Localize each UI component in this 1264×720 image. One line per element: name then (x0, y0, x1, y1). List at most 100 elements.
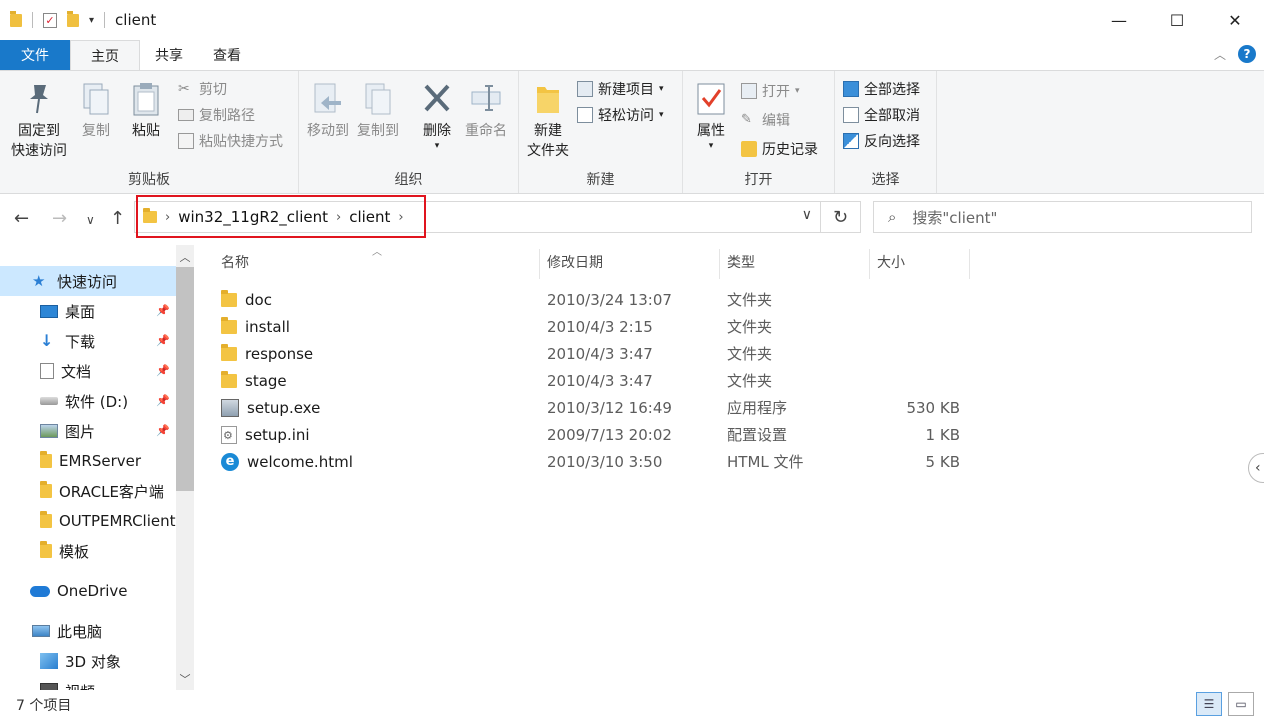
history-button[interactable]: 历史记录 (741, 137, 818, 161)
cloud-icon (30, 585, 50, 597)
easy-access-icon (577, 107, 593, 123)
address-bar[interactable]: › win32_11gR2_client › client › ∨ (134, 201, 821, 233)
invert-selection-button[interactable]: 反向选择 (843, 129, 920, 153)
open-button[interactable]: 打开 ▾ (741, 79, 800, 103)
nav-item-drive-d[interactable]: 软件 (D:) 📌 (0, 386, 176, 416)
breadcrumb-item[interactable]: client (349, 208, 390, 226)
nav-item-documents[interactable]: 文档 📌 (0, 356, 176, 386)
pin-icon (30, 85, 48, 114)
nav-item-pictures[interactable]: 图片 📌 (0, 416, 176, 446)
nav-scrollbar-thumb[interactable] (176, 267, 194, 491)
nav-item-desktop[interactable]: 桌面 📌 (0, 296, 176, 326)
breadcrumb-separator-icon[interactable]: › (336, 210, 341, 225)
move-to-button[interactable]: 移动到 (305, 81, 351, 141)
close-button[interactable]: ✕ (1206, 0, 1264, 40)
breadcrumb-separator-icon[interactable]: › (165, 210, 170, 225)
table-row[interactable]: install 2010/4/3 2:15 文件夹 (216, 313, 976, 340)
column-header-date[interactable]: 修改日期 (539, 245, 719, 279)
video-icon (40, 683, 58, 690)
table-row[interactable]: setup.ini 2009/7/13 20:02 配置设置 1 KB (216, 421, 976, 448)
edit-button[interactable]: ✎ 编辑 (741, 108, 790, 132)
folder-icon (10, 10, 22, 27)
select-all-icon (843, 81, 859, 97)
separator (32, 12, 33, 28)
nav-item-this-pc[interactable]: 此电脑 (0, 616, 176, 646)
recent-locations-chevron-icon[interactable]: ∨ (86, 213, 95, 227)
select-none-button[interactable]: 全部取消 (843, 103, 920, 127)
select-none-icon (843, 107, 859, 123)
pin-icon[interactable]: 📌 (156, 424, 170, 437)
new-group-label: 新建 (586, 172, 615, 188)
table-row[interactable]: e welcome.html 2010/3/10 3:50 HTML 文件 5 K… (216, 448, 976, 475)
minimize-button[interactable]: — (1090, 0, 1148, 40)
cut-button[interactable]: ✂ 剪切 (178, 77, 227, 101)
copy-path-button[interactable]: 复制路径 (178, 103, 255, 127)
properties-dropdown-icon[interactable]: ▾ (709, 141, 714, 151)
breadcrumb-item[interactable]: win32_11gR2_client (178, 208, 328, 226)
select-all-button[interactable]: 全部选择 (843, 77, 920, 101)
copy-to-button[interactable]: 复制到 (355, 81, 401, 141)
refresh-icon[interactable]: ↻ (821, 201, 861, 233)
easy-access-button[interactable]: 轻松访问 ▾ (577, 103, 664, 127)
details-view-icon[interactable]: ☰ (1196, 692, 1222, 716)
nav-item-downloads[interactable]: ↓ 下载 📌 (0, 326, 176, 356)
cube-icon (40, 653, 58, 669)
tab-home[interactable]: 主页 (70, 40, 140, 70)
pin-icon[interactable]: 📌 (156, 364, 170, 377)
document-icon (40, 363, 54, 379)
table-row[interactable]: setup.exe 2010/3/12 16:49 应用程序 530 KB (216, 394, 976, 421)
pin-icon[interactable]: 📌 (156, 304, 170, 317)
breadcrumb-separator-icon[interactable]: › (398, 210, 403, 225)
pin-icon[interactable]: 📌 (156, 394, 170, 407)
scroll-down-chevron-icon[interactable]: ﹀ (176, 669, 194, 689)
nav-item-outpemrclient[interactable]: OUTPEMRClient (0, 506, 176, 536)
customize-qa-dropdown-icon[interactable]: ▾ (89, 15, 94, 26)
column-header-size[interactable]: 大小 (869, 245, 969, 279)
nav-item-emrserver[interactable]: EMRServer (0, 446, 176, 476)
history-icon (741, 141, 757, 157)
delete-dropdown-icon[interactable]: ▾ (435, 141, 440, 151)
nav-item-oracle-client[interactable]: ORACLE客户端 (0, 476, 176, 506)
search-input[interactable]: ⌕ 搜索"client" (873, 201, 1252, 233)
column-header-type[interactable]: 类型 (719, 245, 869, 279)
rename-button[interactable]: 重命名 (463, 81, 509, 141)
new-folder-qa-icon[interactable] (67, 10, 79, 27)
scroll-up-chevron-icon[interactable]: ︿ (176, 247, 194, 267)
table-row[interactable]: response 2010/4/3 3:47 文件夹 (216, 340, 976, 367)
drive-icon (40, 397, 58, 405)
window-title: client (115, 11, 157, 29)
nav-item-videos[interactable]: 视频 (0, 676, 176, 690)
address-dropdown-icon[interactable]: ∨ (802, 207, 812, 223)
table-row[interactable]: doc 2010/3/24 13:07 文件夹 (216, 286, 976, 313)
tab-view[interactable]: 查看 (198, 40, 256, 70)
tab-file[interactable]: 文件 (0, 40, 70, 70)
paste-button[interactable]: 粘贴 (126, 81, 166, 141)
properties-button[interactable]: 属性 ▾ (691, 81, 731, 151)
pin-icon[interactable]: 📌 (156, 334, 170, 347)
nav-item-onedrive[interactable]: OneDrive (0, 576, 176, 606)
nav-item-3d-objects[interactable]: 3D 对象 (0, 646, 176, 676)
pin-quick-access-button[interactable]: 固定到 快速访问 (8, 81, 70, 161)
copy-button[interactable]: 复制 (76, 81, 116, 141)
side-panel-chevron-left-icon[interactable]: ‹ (1248, 453, 1264, 483)
nav-item-quick-access[interactable]: ★ 快速访问 (0, 266, 176, 296)
collapse-ribbon-icon[interactable]: ︿ (1214, 46, 1226, 63)
back-arrow-icon[interactable]: ← (14, 208, 29, 229)
folder-icon (143, 208, 157, 223)
new-folder-button[interactable]: 新建 文件夹 (525, 81, 571, 161)
nav-item-template[interactable]: 模板 (0, 536, 176, 566)
table-row[interactable]: stage 2010/4/3 3:47 文件夹 (216, 367, 976, 394)
maximize-button[interactable]: ☐ (1148, 0, 1206, 40)
up-arrow-icon[interactable]: ↑ (110, 208, 125, 229)
forward-arrow-icon[interactable]: → (52, 208, 67, 229)
paste-shortcut-button[interactable]: 粘贴快捷方式 (178, 129, 283, 153)
large-icons-view-icon[interactable]: ▭ (1228, 692, 1254, 716)
clipboard-group: 固定到 快速访问 复制 粘贴 ✂ 剪切 复制路径 粘贴快捷方式 剪贴板 (0, 71, 299, 193)
delete-button[interactable]: 删除 ▾ (415, 81, 459, 151)
properties-qa-icon[interactable]: ✓ (43, 12, 57, 28)
help-icon[interactable]: ? (1238, 45, 1256, 63)
new-item-button[interactable]: 新建项目 ▾ (577, 77, 664, 101)
tab-share[interactable]: 共享 (140, 40, 198, 70)
column-divider[interactable] (969, 249, 970, 279)
column-header-name[interactable]: 名称 (213, 245, 539, 279)
